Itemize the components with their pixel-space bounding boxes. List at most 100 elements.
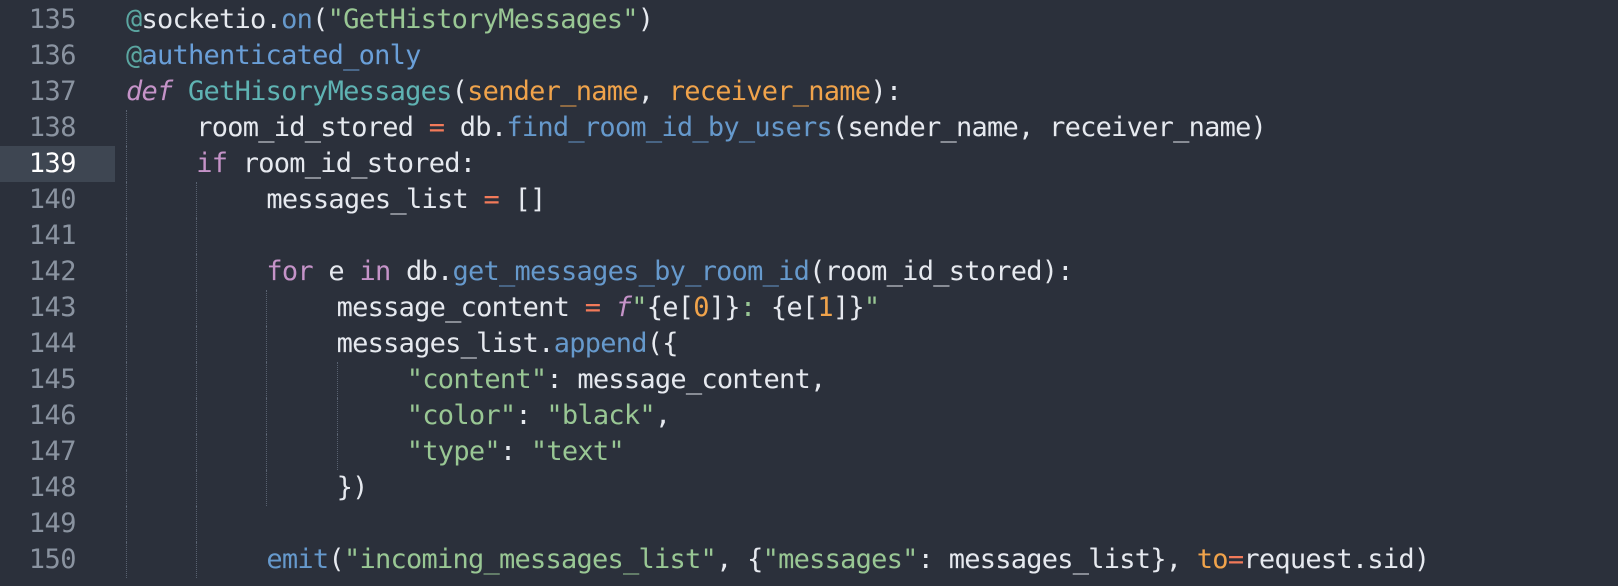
indent-guide bbox=[266, 434, 268, 470]
indent-guide bbox=[126, 254, 127, 290]
code-line[interactable]: 137 def GetHisoryMessages(sender_name, re… bbox=[0, 74, 1618, 110]
code-token: . bbox=[538, 328, 554, 359]
code-token: : bbox=[459, 148, 476, 179]
indent-guide bbox=[336, 362, 338, 398]
code-token: ): bbox=[870, 76, 902, 107]
line-number[interactable]: 147 bbox=[0, 434, 115, 470]
indent-guide bbox=[266, 470, 268, 506]
indent-guide bbox=[196, 182, 198, 218]
code-text: room_id_stored = db.find_room_id_by_user… bbox=[196, 110, 1267, 146]
code-line[interactable]: 143 message_content = f"{e[0]}: {e[1]}" bbox=[0, 290, 1618, 326]
indent-guide bbox=[196, 326, 198, 362]
indent-guide bbox=[126, 434, 127, 470]
line-number[interactable]: 139 bbox=[0, 146, 115, 182]
line-number[interactable]: 138 bbox=[0, 110, 115, 146]
code-token: }) bbox=[336, 472, 369, 503]
line-number[interactable]: 149 bbox=[0, 506, 115, 542]
indent-guide bbox=[126, 290, 127, 326]
indent-guide bbox=[126, 506, 127, 542]
indent-guide bbox=[196, 434, 198, 470]
code-text: }) bbox=[336, 470, 369, 506]
code-editor[interactable]: 135 @socketio.on("GetHistoryMessages") 136… bbox=[0, 0, 1618, 586]
line-number[interactable]: 137 bbox=[0, 74, 115, 110]
code-text: "content": message_content, bbox=[407, 362, 826, 398]
indent-guide bbox=[126, 218, 127, 254]
indent-guide bbox=[126, 326, 127, 362]
code-token: {e[ bbox=[646, 292, 694, 323]
code-line[interactable]: 140 messages_list = [] bbox=[0, 182, 1618, 218]
indent-guide bbox=[266, 398, 268, 434]
code-token: if bbox=[196, 148, 228, 179]
code-line[interactable]: 139 if room_id_stored: bbox=[0, 146, 1618, 182]
code-token: ]} bbox=[708, 292, 741, 323]
code-text: emit("incoming_messages_list", {"message… bbox=[266, 542, 1430, 578]
indent-guide bbox=[126, 182, 127, 218]
code-token: = bbox=[483, 184, 499, 215]
code-line[interactable]: 145 "content": message_content, bbox=[0, 362, 1618, 398]
code-token: db bbox=[444, 112, 492, 143]
code-line[interactable]: 149 bbox=[0, 506, 1618, 542]
code-token: "messages" bbox=[762, 544, 919, 575]
line-number[interactable]: 136 bbox=[0, 38, 115, 74]
code-token: "GetHistoryMessages" bbox=[327, 4, 639, 35]
indent-guide bbox=[196, 470, 198, 506]
code-line[interactable]: 138 room_id_stored = db.find_room_id_by_u… bbox=[0, 110, 1618, 146]
code-line[interactable]: 148}) bbox=[0, 470, 1618, 506]
indent-guide bbox=[266, 362, 268, 398]
code-token: ): bbox=[1041, 256, 1074, 287]
code-token: , bbox=[637, 76, 669, 107]
code-token: 0 bbox=[693, 292, 709, 323]
code-token: " bbox=[631, 292, 647, 323]
code-token: room_id_stored bbox=[227, 148, 461, 179]
line-number[interactable]: 142 bbox=[0, 254, 115, 290]
code-line[interactable]: 141 bbox=[0, 218, 1618, 254]
code-token: " bbox=[863, 292, 880, 323]
code-token: message_content bbox=[336, 292, 585, 323]
code-token: @ bbox=[126, 4, 142, 35]
line-number[interactable]: 135 bbox=[0, 2, 115, 38]
line-number[interactable]: 143 bbox=[0, 290, 115, 326]
code-text: "color": "black", bbox=[407, 398, 671, 434]
line-number[interactable]: 140 bbox=[0, 182, 115, 218]
code-token: get_messages_by_room_id bbox=[452, 256, 810, 287]
code-token: ) bbox=[637, 4, 654, 35]
code-line[interactable]: 136 @authenticated_only bbox=[0, 38, 1618, 74]
indent-guide bbox=[196, 218, 198, 254]
code-token: for bbox=[266, 256, 313, 287]
indent-guide bbox=[196, 398, 198, 434]
code-token: request bbox=[1243, 544, 1352, 575]
code-token: room_id_stored bbox=[196, 112, 429, 143]
code-line[interactable]: 146 "color": "black", bbox=[0, 398, 1618, 434]
indent-guide bbox=[336, 434, 338, 470]
code-token: e bbox=[312, 256, 360, 287]
line-number[interactable]: 145 bbox=[0, 362, 115, 398]
code-token: append bbox=[553, 328, 648, 359]
line-number[interactable]: 150 bbox=[0, 542, 115, 578]
indent-guide bbox=[266, 326, 268, 362]
code-line[interactable]: 147 "type": "text" bbox=[0, 434, 1618, 470]
code-token: {e[ bbox=[770, 292, 818, 323]
code-token: to bbox=[1196, 544, 1229, 575]
indent-guide bbox=[196, 254, 198, 290]
indent-guide bbox=[126, 146, 127, 182]
line-number[interactable]: 141 bbox=[0, 218, 115, 254]
code-token: in bbox=[359, 256, 391, 287]
indent-guide bbox=[126, 362, 127, 398]
code-token: ( bbox=[312, 4, 328, 35]
code-token: sid bbox=[1367, 544, 1414, 575]
code-line[interactable]: 135 @socketio.on("GetHistoryMessages") bbox=[0, 2, 1618, 38]
line-number[interactable]: 146 bbox=[0, 398, 115, 434]
code-line[interactable]: 142 for e in db.get_messages_by_room_id(r… bbox=[0, 254, 1618, 290]
code-text: def GetHisoryMessages(sender_name, recei… bbox=[126, 74, 902, 110]
code-line[interactable]: 144 messages_list.append({ bbox=[0, 326, 1618, 362]
indent-guide bbox=[126, 398, 127, 434]
code-token: messages_list bbox=[336, 328, 539, 359]
code-token: def bbox=[126, 76, 173, 107]
code-line[interactable]: 150 emit("incoming_messages_list", {"mess… bbox=[0, 542, 1618, 578]
code-token: . bbox=[490, 112, 507, 143]
code-token: authenticated_only bbox=[141, 40, 422, 71]
code-text: messages_list = [] bbox=[266, 182, 546, 218]
line-number[interactable]: 148 bbox=[0, 470, 115, 506]
code-text: if room_id_stored: bbox=[196, 146, 476, 182]
line-number[interactable]: 144 bbox=[0, 326, 115, 362]
